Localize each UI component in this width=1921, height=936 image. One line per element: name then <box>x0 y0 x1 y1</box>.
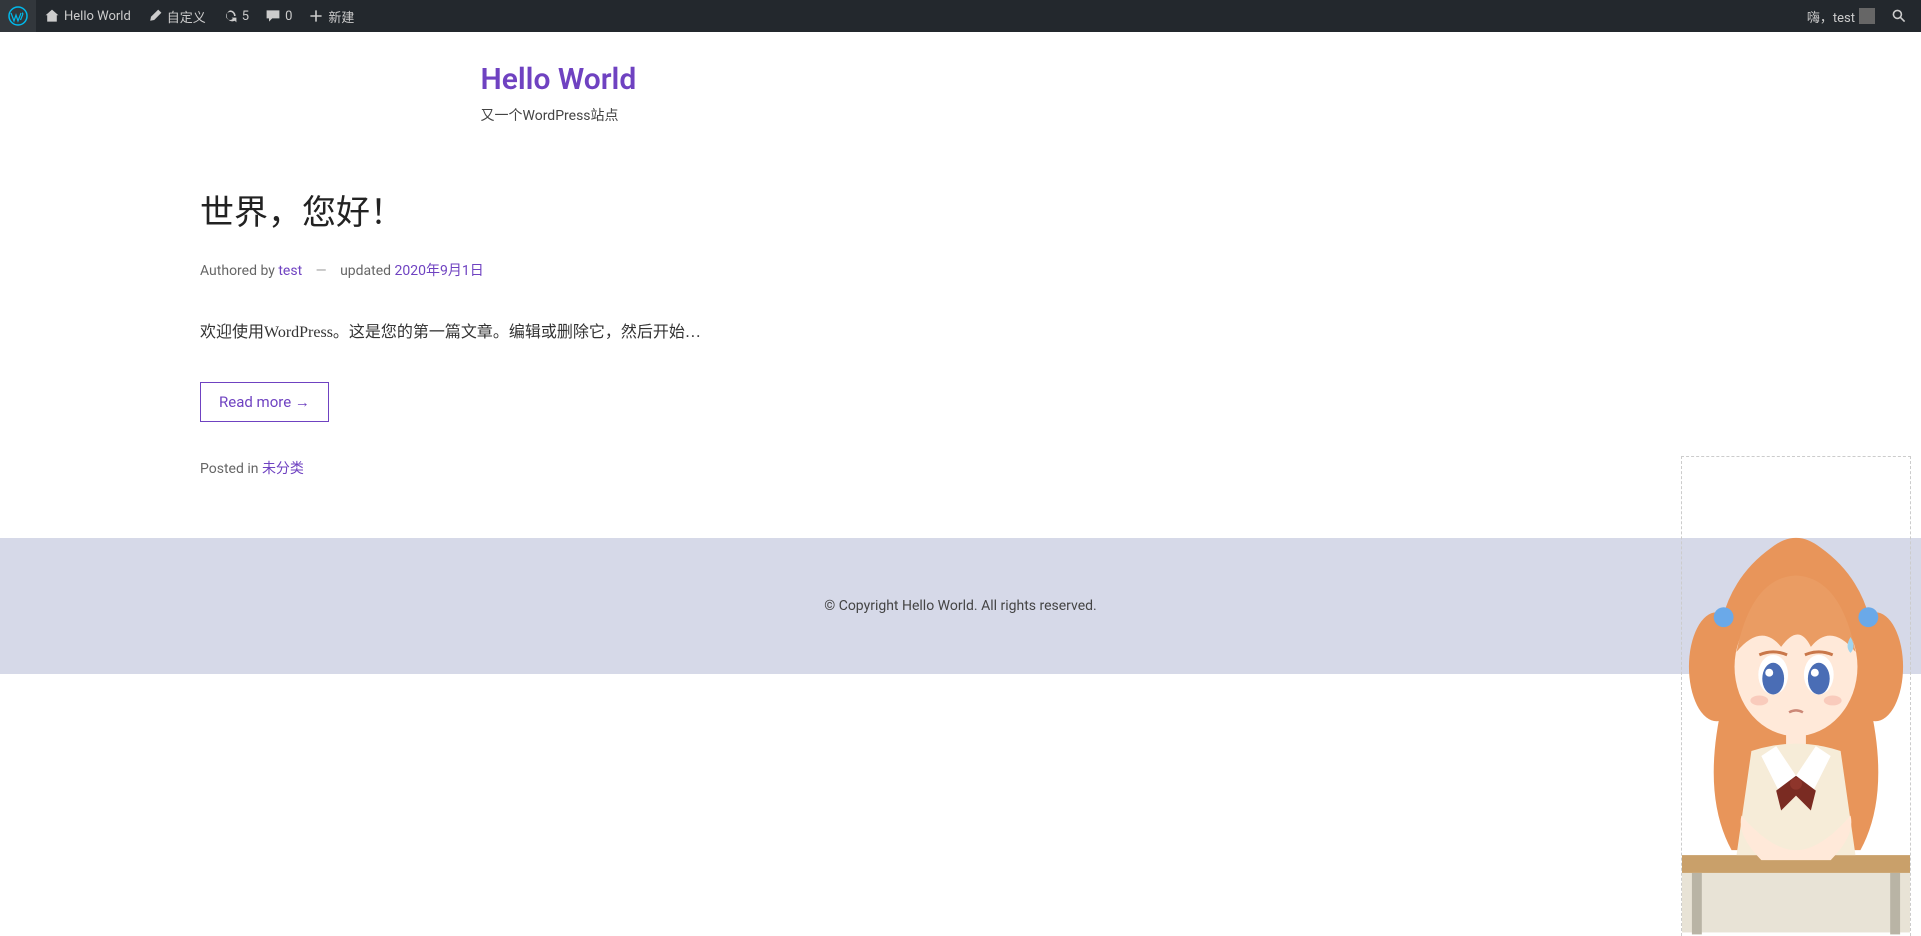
wp-admin-bar: Hello World 自定义 5 0 新建 嗨，test <box>0 0 1921 32</box>
meta-separator: — <box>316 263 327 279</box>
new-content-menu[interactable]: 新建 <box>300 0 362 32</box>
post-title[interactable]: 世界，您好！ <box>200 185 840 234</box>
updates-menu[interactable]: 5 <box>214 0 257 32</box>
site-title-link[interactable]: Hello World <box>481 62 637 97</box>
site-name-label: Hello World <box>64 9 131 24</box>
authored-by-label: Authored by <box>200 263 278 279</box>
live2d-widget <box>1681 456 1911 936</box>
posted-in-label: Posted in <box>200 461 262 477</box>
post-excerpt: 欢迎使用WordPress。这是您的第一篇文章。编辑或删除它，然后开始… <box>200 320 840 346</box>
wp-logo-menu[interactable] <box>0 0 36 32</box>
admin-bar-left: Hello World 自定义 5 0 新建 <box>0 0 362 32</box>
avatar <box>1859 8 1875 24</box>
site-footer: © Copyright Hello World. All rights rese… <box>0 538 1921 674</box>
search-toggle[interactable] <box>1883 0 1915 32</box>
brush-icon <box>147 8 163 24</box>
wordpress-icon <box>8 6 28 26</box>
refresh-icon <box>222 8 238 24</box>
author-link[interactable]: test <box>278 263 302 279</box>
updates-count: 5 <box>242 9 249 24</box>
my-account-menu[interactable]: 嗨，test <box>1799 0 1883 32</box>
home-icon <box>44 8 60 24</box>
comments-menu[interactable]: 0 <box>257 0 300 32</box>
site-header: Hello World 又一个WordPress站点 <box>461 32 1461 125</box>
footer-text: © Copyright Hello World. All rights rese… <box>824 598 1097 614</box>
site-tagline: 又一个WordPress站点 <box>481 105 1441 125</box>
greeting-label: 嗨，test <box>1807 7 1855 26</box>
comment-icon <box>265 8 281 24</box>
admin-bar-right: 嗨，test <box>1799 0 1915 32</box>
category-link[interactable]: 未分类 <box>262 461 304 477</box>
search-icon <box>1891 8 1907 24</box>
customize-label: 自定义 <box>167 7 206 26</box>
updated-label: updated <box>340 263 394 279</box>
site-name-menu[interactable]: Hello World <box>36 0 139 32</box>
comments-count: 0 <box>285 9 292 24</box>
customize-menu[interactable]: 自定义 <box>139 0 214 32</box>
plus-icon <box>308 8 324 24</box>
post-categories: Posted in 未分类 <box>200 458 840 478</box>
post-meta: Authored by test — updated 2020年9月1日 <box>200 260 840 280</box>
post-date-link[interactable]: 2020年9月1日 <box>395 263 484 279</box>
anime-character-icon <box>1682 457 1910 936</box>
read-more-button[interactable]: Read more → <box>200 382 329 422</box>
post: 世界，您好！ Authored by test — updated 2020年9… <box>200 185 840 478</box>
post-title-link[interactable]: 世界，您好！ <box>200 195 404 232</box>
new-content-label: 新建 <box>328 7 354 26</box>
